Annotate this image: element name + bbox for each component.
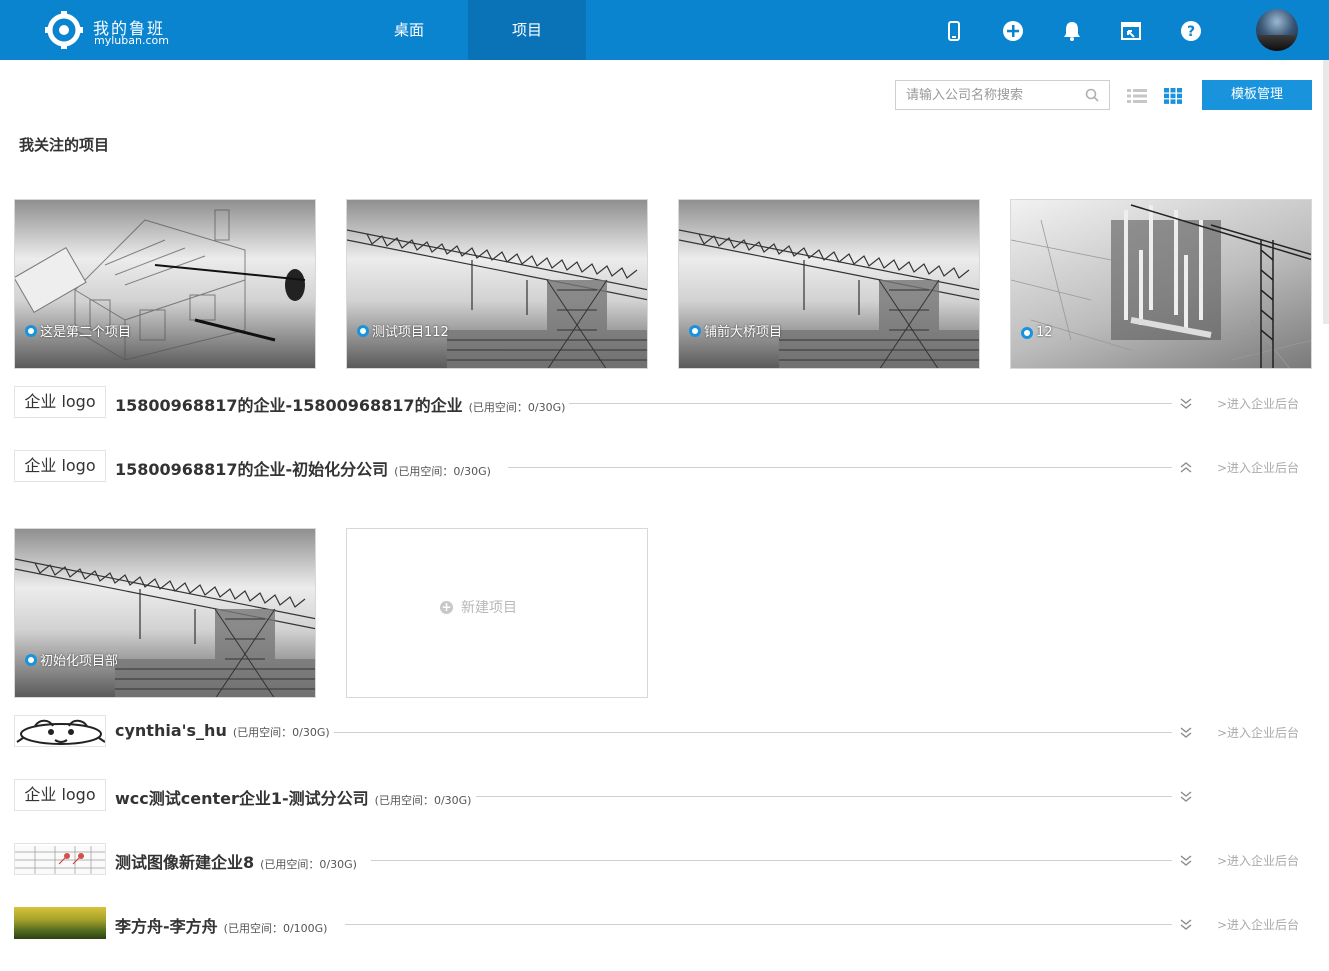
bell-icon[interactable]: [1061, 20, 1083, 42]
template-management-button[interactable]: 模板管理: [1202, 80, 1312, 110]
brand-subtitle: myluban.com: [94, 34, 169, 47]
mobile-icon[interactable]: [943, 20, 965, 42]
project-card[interactable]: 测试项目112: [346, 199, 648, 369]
divider: [334, 732, 1172, 733]
list-view-icon[interactable]: [1127, 88, 1147, 104]
scrollbar[interactable]: [1323, 60, 1329, 324]
house-image: [15, 209, 306, 361]
company-row: 企业 logo wcc测试center企业1-测试分公司 (已用空间：0/30G): [14, 779, 1314, 813]
crane-image: [15, 558, 315, 697]
tower-image: [1011, 204, 1311, 368]
expand-chevron-icon[interactable]: [1179, 853, 1193, 867]
project-card[interactable]: 初始化项目部: [14, 528, 316, 698]
cartoon-logo-image: [16, 719, 105, 745]
company-quota: (已用空间：0/30G): [232, 726, 330, 739]
company-row: 测试图像新建企业8 (已用空间：0/30G) >进入企业后台: [14, 843, 1314, 877]
company-name: 15800968817的企业-初始化分公司 (已用空间：0/30G): [115, 460, 491, 479]
company-name: 15800968817的企业-15800968817的企业 (已用空间：0/30G…: [115, 396, 566, 415]
company-name: wcc测试center企业1-测试分公司 (已用空间：0/30G): [115, 789, 472, 808]
company-row: 李方舟-李方舟 (已用空间：0/100G) >进入企业后台: [14, 907, 1314, 941]
enter-enterprise-link[interactable]: >进入企业后台: [1217, 852, 1299, 869]
project-card-label: 铺前大桥项目: [689, 321, 782, 340]
nav-project[interactable]: 项目: [468, 0, 586, 60]
company-quota: (已用空间：0/30G): [394, 465, 491, 478]
new-project-card[interactable]: + 新建项目: [346, 528, 648, 698]
project-card[interactable]: 12: [1010, 199, 1312, 369]
project-card[interactable]: 这是第二个项目: [14, 199, 316, 369]
company-quota: (已用空间：0/30G): [468, 401, 566, 414]
expand-chevron-icon[interactable]: [1179, 917, 1193, 931]
expand-chevron-icon[interactable]: [1179, 396, 1193, 410]
field-logo-image: [14, 907, 106, 939]
new-project-label: 新建项目: [461, 600, 517, 616]
project-card-label: 这是第二个项目: [25, 321, 131, 340]
company-name: 测试图像新建企业8 (已用空间：0/30G): [115, 853, 357, 872]
company-logo-image: [14, 843, 106, 875]
nav-desktop[interactable]: 桌面: [350, 0, 468, 60]
project-dot-icon: [1021, 326, 1033, 339]
crane-image: [347, 229, 647, 368]
company-row: cynthia's_hu (已用空间：0/30G) >进入企业后台: [14, 715, 1314, 749]
project-card-label: 测试项目112: [357, 321, 449, 340]
expand-chevron-icon[interactable]: [1179, 725, 1193, 739]
project-dot-icon: [357, 324, 369, 337]
divider: [371, 860, 1172, 861]
divider: [569, 403, 1172, 404]
company-search: [895, 80, 1110, 110]
company-search-input[interactable]: [896, 81, 1076, 109]
project-card-label: 12: [1021, 325, 1053, 340]
company-quota: (已用空间：0/30G): [260, 858, 357, 871]
grid-view-icon[interactable]: [1164, 88, 1182, 104]
svg-text:?: ?: [1187, 24, 1195, 40]
divider: [508, 467, 1172, 468]
luban-logo-icon[interactable]: [44, 10, 84, 50]
project-dot-icon: [25, 653, 37, 666]
enter-enterprise-link[interactable]: >进入企业后台: [1217, 916, 1299, 933]
company-logo-image: [14, 715, 106, 747]
user-avatar[interactable]: [1256, 9, 1298, 51]
plus-icon[interactable]: [1002, 20, 1024, 42]
project-dot-icon: [25, 324, 37, 337]
enter-enterprise-link[interactable]: >进入企业后台: [1217, 395, 1299, 412]
document-logo-image: [15, 846, 105, 874]
enter-enterprise-link[interactable]: >进入企业后台: [1217, 724, 1299, 741]
company-quota: (已用空间：0/100G): [223, 922, 328, 935]
expand-chevron-icon[interactable]: [1179, 789, 1193, 803]
company-logo: 企业 logo: [14, 386, 106, 418]
window-icon[interactable]: [1120, 20, 1142, 42]
company-name: cynthia's_hu (已用空间：0/30G): [115, 721, 330, 740]
divider: [345, 924, 1172, 925]
project-card-label: 初始化项目部: [25, 650, 118, 669]
company-logo: 企业 logo: [14, 779, 106, 811]
help-icon[interactable]: ?: [1180, 20, 1202, 42]
add-icon: +: [440, 599, 453, 614]
project-card[interactable]: 铺前大桥项目: [678, 199, 980, 369]
company-row: 企业 logo 15800968817的企业-初始化分公司 (已用空间：0/30G…: [14, 450, 1314, 484]
crane-image: [679, 229, 979, 368]
top-navbar: 我的鲁班 myluban.com 桌面 项目 ?: [0, 0, 1329, 60]
company-row: 企业 logo 15800968817的企业-15800968817的企业 (已用…: [14, 386, 1314, 420]
collapse-chevron-icon[interactable]: [1179, 460, 1193, 474]
divider: [476, 796, 1172, 797]
company-quota: (已用空间：0/30G): [374, 794, 472, 807]
company-logo: 企业 logo: [14, 450, 106, 482]
company-name: 李方舟-李方舟 (已用空间：0/100G): [115, 917, 328, 936]
enter-enterprise-link[interactable]: >进入企业后台: [1217, 459, 1299, 476]
search-icon[interactable]: [1085, 88, 1099, 102]
new-project-button[interactable]: + 新建项目: [440, 597, 517, 617]
section-title: 我关注的项目: [19, 136, 110, 154]
project-dot-icon: [689, 324, 701, 337]
